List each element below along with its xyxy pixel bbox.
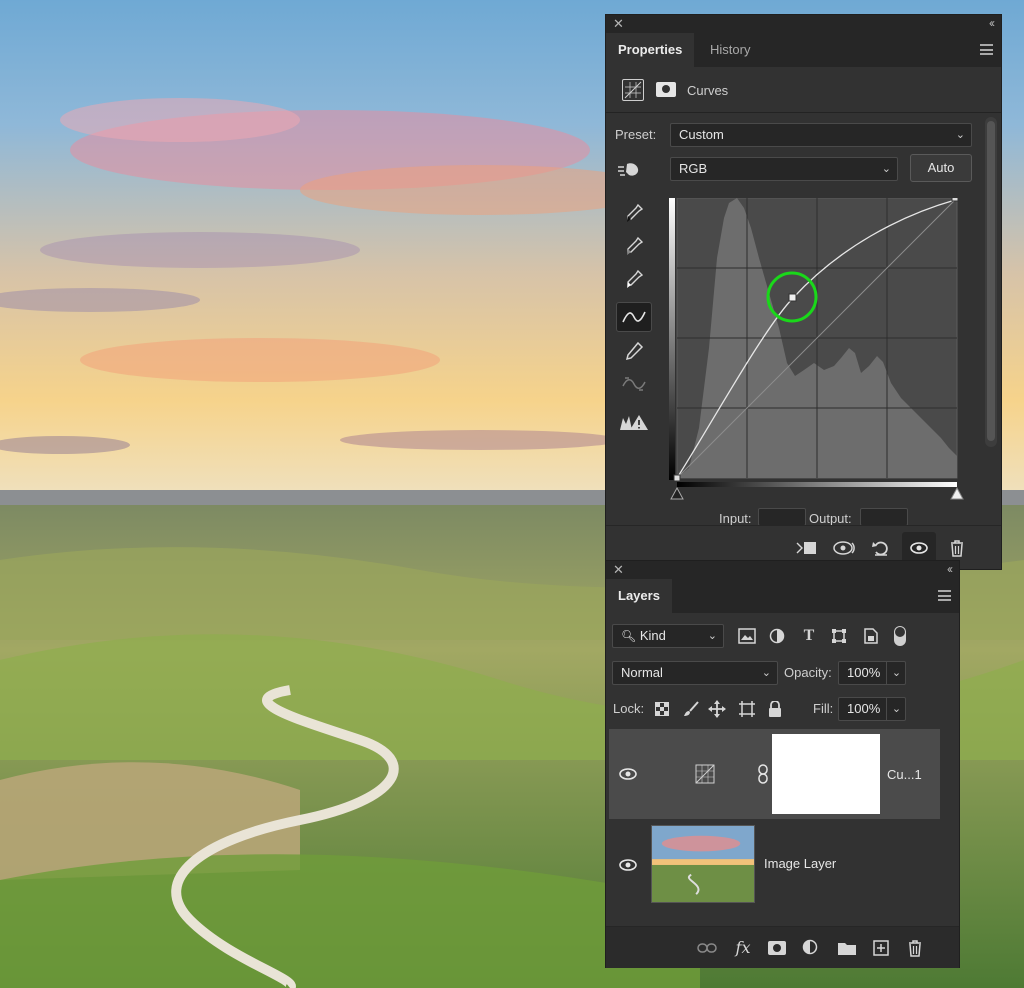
close-panel-button[interactable]: ✕	[613, 562, 624, 578]
gray-point-eyedropper-icon[interactable]	[616, 231, 652, 261]
mask-link-icon[interactable]	[752, 763, 774, 785]
chevron-down-icon: ⌄	[707, 630, 717, 642]
chevron-down-icon: ⌄	[886, 698, 906, 720]
properties-panel: ✕ ‹‹ Properties History Curves Preset: C…	[605, 14, 1002, 570]
fill-value: 100%	[847, 701, 881, 716]
collapse-panel-button[interactable]: ‹‹	[989, 15, 995, 31]
clipping-warning-icon[interactable]	[616, 407, 652, 437]
curve-point-white	[951, 198, 959, 202]
clip-to-layer-icon[interactable]	[794, 536, 820, 560]
tab-layers[interactable]: Layers	[606, 579, 672, 613]
fx-icon[interactable]: fx	[732, 936, 754, 958]
type-filter-icon[interactable]: T	[798, 625, 820, 647]
white-point-eyedropper-icon[interactable]	[616, 264, 652, 294]
collapse-panel-button[interactable]: ‹‹	[947, 561, 953, 577]
view-previous-state-icon[interactable]	[832, 536, 858, 560]
panel-menu-icon[interactable]	[980, 44, 993, 55]
adjustment-header: Curves	[606, 67, 1001, 113]
chevron-down-icon: ⌄	[881, 163, 891, 175]
search-icon: 🔍︎	[621, 629, 637, 643]
lock-position-icon[interactable]	[706, 698, 728, 720]
link-layers-icon[interactable]	[696, 937, 718, 959]
curve-point-selected	[788, 293, 797, 302]
close-panel-button[interactable]: ✕	[613, 16, 624, 32]
preset-value: Custom	[679, 127, 724, 142]
adjustment-name: Curves	[687, 83, 729, 98]
output-label: Output:	[809, 511, 852, 526]
new-layer-icon[interactable]	[870, 937, 892, 959]
properties-scrollbar[interactable]	[985, 117, 997, 447]
opacity-field[interactable]: 100% ⌄	[838, 661, 906, 685]
image-layer-thumbnail[interactable]	[651, 825, 755, 903]
reset-icon[interactable]	[868, 536, 894, 560]
curves-graph[interactable]	[669, 198, 965, 504]
visibility-eye-icon[interactable]	[617, 857, 639, 873]
new-adjustment-icon[interactable]	[800, 937, 822, 959]
preset-label: Preset:	[615, 127, 657, 142]
lock-label: Lock:	[613, 701, 645, 716]
smooth-icon[interactable]	[616, 369, 652, 399]
filter-kind-dropdown[interactable]: 🔍︎ Kind ⌄	[612, 624, 724, 648]
output-gradient-bar	[669, 198, 675, 480]
panel-title-bar: ✕ ‹‹	[606, 15, 1001, 33]
chevron-down-icon: ⌄	[761, 667, 771, 679]
shape-filter-icon[interactable]	[828, 625, 850, 647]
delete-layer-icon[interactable]	[904, 937, 926, 959]
black-point-eyedropper-icon[interactable]	[616, 198, 652, 228]
pencil-icon[interactable]	[616, 336, 652, 366]
blend-mode-value: Normal	[621, 665, 663, 680]
layer-name[interactable]: Cu...1	[887, 767, 922, 782]
delete-icon[interactable]	[944, 536, 970, 560]
new-group-icon[interactable]	[836, 937, 858, 959]
chevron-down-icon: ⌄	[955, 129, 965, 141]
tab-properties[interactable]: Properties	[606, 33, 695, 67]
input-field[interactable]	[758, 508, 806, 526]
lock-transparent-icon[interactable]	[651, 698, 673, 720]
pixel-filter-icon[interactable]	[736, 625, 758, 647]
white-input-slider	[950, 486, 964, 500]
output-field[interactable]	[860, 508, 908, 526]
layer-row-curves[interactable]: Cu...1	[609, 729, 940, 819]
black-input-slider	[670, 486, 684, 500]
chevron-down-icon: ⌄	[886, 662, 906, 684]
auto-button[interactable]: Auto	[910, 154, 972, 182]
opacity-value: 100%	[847, 665, 881, 680]
lock-image-icon[interactable]	[680, 698, 702, 720]
add-mask-icon[interactable]	[766, 937, 788, 959]
preset-dropdown[interactable]: Custom ⌄	[670, 123, 972, 147]
tab-history[interactable]: History	[698, 33, 762, 67]
channel-value: RGB	[679, 161, 708, 176]
filter-toggle[interactable]	[894, 626, 906, 646]
blend-mode-dropdown[interactable]: Normal ⌄	[612, 661, 778, 685]
input-gradient-bar	[677, 482, 957, 487]
layer-mask-thumbnail[interactable]	[772, 734, 880, 814]
layers-panel: ✕ ‹‹ Layers 🔍︎ Kind ⌄ T Normal ⌄ Opacity…	[605, 560, 960, 968]
curve-point-black	[673, 474, 681, 482]
layers-tabbar: Layers	[606, 579, 959, 613]
smart-object-filter-icon[interactable]	[860, 625, 882, 647]
layer-name[interactable]: Image Layer	[764, 856, 836, 871]
layer-mask-icon[interactable]	[656, 82, 676, 97]
curves-adjustment-icon	[694, 763, 716, 785]
curve-points-icon[interactable]	[616, 302, 652, 332]
panel-menu-icon[interactable]	[938, 590, 951, 601]
properties-tabbar: Properties History	[606, 33, 1001, 67]
input-label: Input:	[719, 511, 752, 526]
panel-title-bar: ✕ ‹‹	[606, 561, 959, 579]
fill-field[interactable]: 100% ⌄	[838, 697, 906, 721]
visibility-eye-icon[interactable]	[617, 766, 639, 782]
curves-adjustment-icon[interactable]	[622, 79, 644, 101]
layers-footer: fx	[606, 926, 959, 968]
lock-all-icon[interactable]	[764, 698, 786, 720]
opacity-label: Opacity:	[784, 665, 832, 680]
layer-row-image[interactable]: Image Layer	[609, 819, 940, 911]
on-image-adjust-icon[interactable]	[612, 155, 648, 185]
fill-label: Fill:	[813, 701, 834, 716]
adjustment-filter-icon[interactable]	[766, 625, 788, 647]
channel-dropdown[interactable]: RGB ⌄	[670, 157, 898, 181]
filter-kind-value: Kind	[639, 628, 666, 643]
lock-artboard-icon[interactable]	[736, 698, 758, 720]
